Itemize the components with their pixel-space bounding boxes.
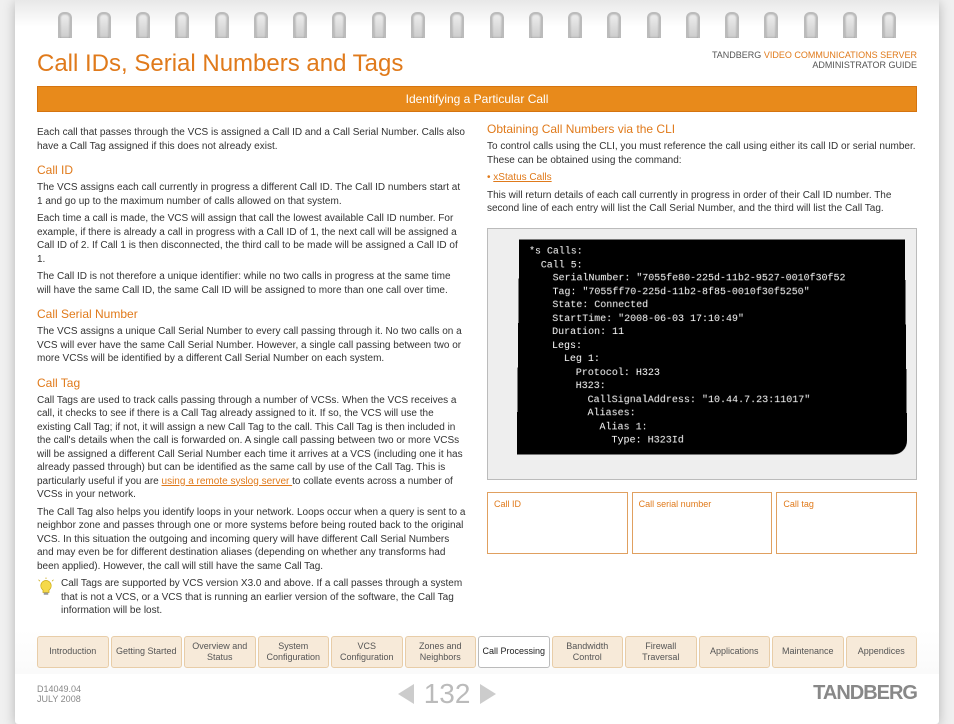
nav-tab[interactable]: Bandwidth Control — [552, 636, 624, 668]
terminal-output: *s Calls: Call 5: SerialNumber: "7055fe8… — [517, 239, 907, 453]
body-text: Call Tags are used to track calls passin… — [37, 394, 467, 502]
nav-tab[interactable]: Firewall Traversal — [625, 636, 697, 668]
nav-tab[interactable]: Call Processing — [478, 636, 550, 668]
nav-tab[interactable]: Getting Started — [111, 636, 183, 668]
cli-screenshot: *s Calls: Call 5: SerialNumber: "7055fe8… — [487, 228, 917, 480]
nav-tab[interactable]: System Configuration — [258, 636, 330, 668]
page-footer: D14049.04JULY 2008 132 TANDBERG — [15, 674, 939, 724]
command-item: • xStatus Calls — [487, 171, 917, 185]
callout-call-id: Call ID — [487, 492, 628, 554]
nav-tab[interactable]: Overview and Status — [184, 636, 256, 668]
body-text: This will return details of each call cu… — [487, 189, 917, 216]
tip-block: Call Tags are supported by VCS version X… — [37, 577, 467, 618]
body-text: The VCS assigns a unique Call Serial Num… — [37, 325, 467, 366]
prev-page-icon[interactable] — [398, 684, 414, 704]
callout-tag: Call tag — [776, 492, 917, 554]
page-title: Call IDs, Serial Numbers and Tags — [37, 50, 403, 78]
callout-serial: Call serial number — [632, 492, 773, 554]
body-text: The Call ID is not therefore a unique id… — [37, 270, 467, 297]
callout-row: Call ID Call serial number Call tag — [487, 492, 917, 554]
nav-tab[interactable]: Applications — [699, 636, 771, 668]
nav-tab[interactable]: VCS Configuration — [331, 636, 403, 668]
call-tag-heading: Call Tag — [37, 376, 467, 390]
cli-command-link[interactable]: xStatus Calls — [493, 172, 551, 183]
body-text: To control calls using the CLI, you must… — [487, 140, 917, 167]
page-number: 132 — [424, 678, 471, 710]
next-page-icon[interactable] — [480, 684, 496, 704]
call-serial-heading: Call Serial Number — [37, 307, 467, 321]
left-column: Each call that passes through the VCS is… — [37, 122, 467, 622]
body-text: Each time a call is made, the VCS will a… — [37, 212, 467, 266]
body-text: The Call Tag also helps you identify loo… — [37, 506, 467, 574]
cli-heading: Obtaining Call Numbers via the CLI — [487, 122, 917, 136]
body-text: The VCS assigns each call currently in p… — [37, 181, 467, 208]
page-navigator: 132 — [398, 678, 497, 710]
nav-tabs: IntroductionGetting StartedOverview and … — [15, 630, 939, 674]
syslog-link[interactable]: using a remote syslog server — [162, 476, 293, 487]
nav-tab[interactable]: Introduction — [37, 636, 109, 668]
lightbulb-icon — [37, 577, 55, 604]
footer-doc-info: D14049.04JULY 2008 — [37, 684, 81, 704]
nav-tab[interactable]: Appendices — [846, 636, 918, 668]
nav-tab[interactable]: Maintenance — [772, 636, 844, 668]
call-id-heading: Call ID — [37, 163, 467, 177]
nav-tab[interactable]: Zones and Neighbors — [405, 636, 477, 668]
document-page: Call IDs, Serial Numbers and Tags TANDBE… — [15, 0, 939, 724]
right-column: Obtaining Call Numbers via the CLI To co… — [487, 122, 917, 622]
document-id-block: TANDBERG VIDEO COMMUNICATIONS SERVER ADM… — [712, 50, 917, 70]
footer-brand: TANDBERG — [813, 682, 917, 705]
intro-text: Each call that passes through the VCS is… — [37, 126, 467, 153]
spiral-binding — [15, 0, 939, 38]
section-ribbon: Identifying a Particular Call — [37, 86, 917, 112]
